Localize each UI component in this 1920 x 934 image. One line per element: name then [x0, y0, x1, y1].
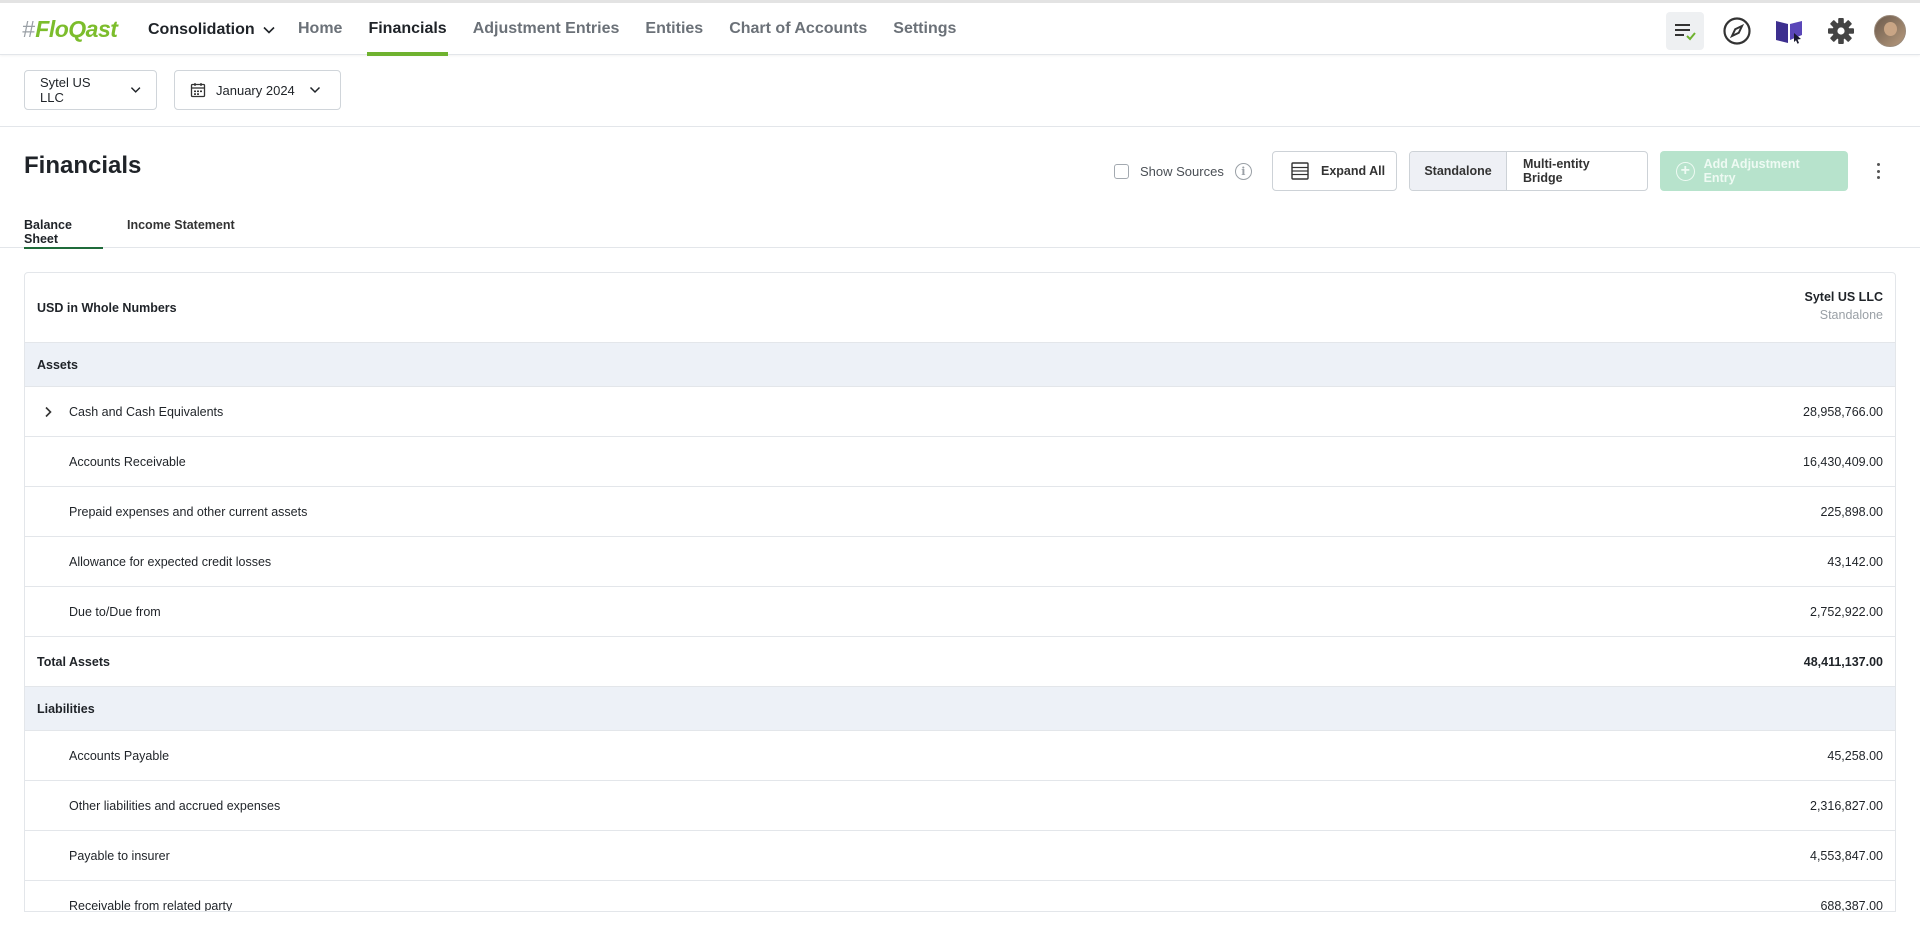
statement-tabs: Balance Sheet Income Statement	[0, 214, 1920, 249]
table-row[interactable]: Other liabilities and accrued expenses 2…	[25, 781, 1895, 831]
row-label: Total Assets	[37, 654, 110, 669]
show-sources-control: Show Sources i	[1114, 151, 1252, 191]
table-row[interactable]: Receivable from related party 688,387.00	[25, 881, 1895, 912]
units-label: USD in Whole Numbers	[37, 300, 177, 315]
row-value: 16,430,409.00	[1803, 454, 1883, 469]
row-value: 2,316,827.00	[1810, 798, 1883, 813]
row-label: Accounts Payable	[69, 748, 170, 763]
task-list-icon	[1675, 24, 1696, 41]
show-sources-label: Show Sources	[1140, 163, 1224, 179]
table-row[interactable]: Accounts Payable 45,258.00	[25, 731, 1895, 781]
tab-balance-sheet[interactable]: Balance Sheet	[24, 218, 103, 249]
tab-income-statement[interactable]: Income Statement	[127, 218, 235, 248]
module-label: Consolidation	[148, 21, 255, 38]
column-entity: Sytel US LLC	[1804, 290, 1884, 304]
module-switcher[interactable]: Consolidation	[148, 21, 275, 39]
top-navigation: #FloQast Consolidation Home Financials A…	[0, 0, 1920, 56]
row-label: Receivable from related party	[69, 898, 233, 912]
nav-entities[interactable]: Entities	[644, 3, 704, 55]
floqast-logo[interactable]: #FloQast	[22, 16, 118, 43]
plus-circle-icon: +	[1676, 161, 1695, 181]
table-row[interactable]: Due to/Due from 2,752,922.00	[25, 587, 1895, 637]
nav-settings[interactable]: Settings	[892, 3, 957, 55]
row-value: 225,898.00	[1820, 504, 1883, 519]
total-row-assets: Total Assets 48,411,137.00	[25, 637, 1895, 687]
chevron-down-icon	[130, 87, 141, 93]
add-adjustment-control: + Add Adjustment Entry	[1660, 151, 1848, 191]
entity-dropdown-value: Sytel US LLC	[40, 75, 91, 105]
book-cursor-icon	[1776, 21, 1802, 44]
row-value: 2,752,922.00	[1810, 604, 1883, 619]
resources-button[interactable]	[1770, 12, 1808, 50]
page-title: Financials	[24, 152, 142, 179]
row-value: 28,958,766.00	[1803, 404, 1883, 419]
expand-all-button[interactable]: Expand All	[1272, 151, 1397, 191]
filter-bar: Sytel US LLC January 2024	[0, 55, 1920, 127]
table-row[interactable]: Allowance for expected credit losses 43,…	[25, 537, 1895, 587]
compass-icon	[1723, 17, 1751, 45]
entity-dropdown[interactable]: Sytel US LLC	[24, 70, 157, 110]
view-toggle: Standalone Multi-entity Bridge	[1409, 151, 1648, 191]
info-icon[interactable]: i	[1234, 162, 1252, 180]
gear-icon	[1828, 18, 1854, 44]
top-utility-icons	[1666, 12, 1906, 50]
column-view: Standalone	[1819, 308, 1883, 322]
row-value: 43,142.00	[1827, 554, 1883, 569]
row-value: 688,387.00	[1820, 898, 1883, 912]
view-multi-entity-bridge[interactable]: Multi-entity Bridge	[1507, 152, 1647, 190]
financial-statement-table: USD in Whole Numbers Sytel US LLC Standa…	[24, 272, 1896, 912]
row-label: Allowance for expected credit losses	[69, 554, 272, 569]
section-row-assets: Assets	[25, 343, 1895, 387]
nav-financials[interactable]: Financials	[367, 3, 448, 56]
table-header: USD in Whole Numbers Sytel US LLC Standa…	[25, 273, 1895, 343]
row-label: Cash and Cash Equivalents	[69, 404, 224, 419]
row-label: Liabilities	[37, 701, 95, 716]
period-dropdown[interactable]: January 2024	[174, 70, 341, 110]
nav-adjustment-entries[interactable]: Adjustment Entries	[472, 3, 621, 55]
period-dropdown-value: January 2024	[216, 82, 295, 98]
row-value: 48,411,137.00	[1803, 654, 1883, 669]
section-row-liabilities: Liabilities	[25, 687, 1895, 731]
row-label: Other liabilities and accrued expenses	[69, 798, 281, 813]
expand-all-label: Expand All	[1321, 164, 1386, 178]
table-row[interactable]: Payable to insurer 4,553,847.00	[25, 831, 1895, 881]
add-adjustment-entry-button[interactable]: + Add Adjustment Entry	[1660, 151, 1848, 191]
calendar-icon	[190, 83, 206, 98]
add-adjustment-entry-label: Add Adjustment Entry	[1703, 157, 1800, 185]
row-label: Payable to insurer	[69, 848, 170, 863]
view-standalone[interactable]: Standalone	[1410, 152, 1507, 190]
show-sources-checkbox[interactable]	[1114, 163, 1129, 179]
expand-all-control: Expand All	[1272, 151, 1397, 191]
compass-button[interactable]	[1718, 12, 1756, 50]
table-row[interactable]: Accounts Receivable 16,430,409.00	[25, 437, 1895, 487]
row-value: 45,258.00	[1827, 748, 1883, 763]
column-header: Sytel US LLC Standalone	[1805, 290, 1884, 322]
row-label: Prepaid expenses and other current asset…	[69, 504, 308, 519]
list-view-icon	[1291, 162, 1309, 180]
chevron-down-icon	[263, 26, 275, 34]
row-label: Accounts Receivable	[69, 454, 186, 469]
task-list-button[interactable]	[1666, 12, 1704, 50]
row-label: Assets	[37, 357, 78, 372]
nav-home[interactable]: Home	[297, 3, 343, 55]
settings-button[interactable]	[1822, 12, 1860, 50]
row-label: Due to/Due from	[69, 604, 161, 619]
chevron-right-icon[interactable]	[41, 405, 55, 419]
nav-chart-of-accounts[interactable]: Chart of Accounts	[728, 3, 868, 55]
table-row[interactable]: Cash and Cash Equivalents 28,958,766.00	[25, 387, 1895, 437]
user-avatar[interactable]	[1874, 15, 1906, 47]
more-options-icon[interactable]	[1872, 160, 1884, 182]
view-toggle-control: Standalone Multi-entity Bridge	[1409, 151, 1648, 191]
main-nav-links: Home Financials Adjustment Entries Entit…	[297, 3, 957, 56]
table-row[interactable]: Prepaid expenses and other current asset…	[25, 487, 1895, 537]
row-value: 4,553,847.00	[1810, 848, 1883, 863]
chevron-down-icon	[309, 86, 320, 94]
